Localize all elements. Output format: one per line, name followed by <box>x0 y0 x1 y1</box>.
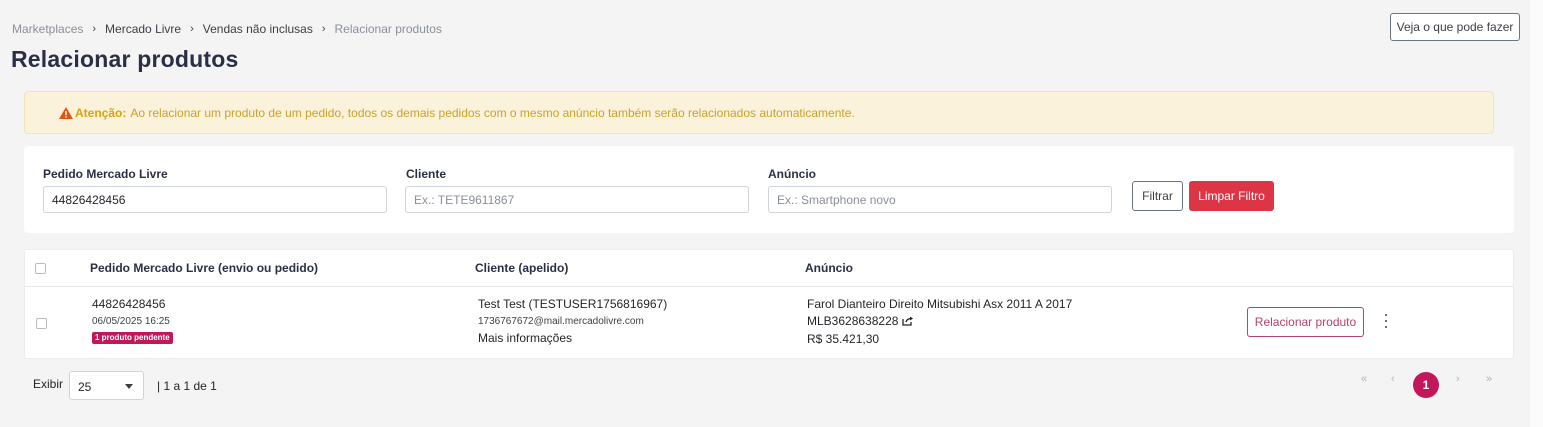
client-more-info-link[interactable]: Mais informações <box>478 330 667 347</box>
page: Marketplaces › Mercado Livre › Vendas nã… <box>0 0 1530 427</box>
page-size-label: Exibir <box>33 377 64 391</box>
page-1-button[interactable]: 1 <box>1413 372 1439 398</box>
order-cell: 44826428456 06/05/2025 16:25 1 produto p… <box>92 296 173 344</box>
client-email: 1736767672@mail.mercadolivre.com <box>478 316 644 327</box>
result-range: | 1 a 1 de 1 <box>157 379 217 393</box>
clear-filter-button[interactable]: Limpar Filtro <box>1189 181 1274 211</box>
pending-badge: 1 produto pendente <box>92 332 173 344</box>
breadcrumb-mercado-livre[interactable]: Mercado Livre <box>105 22 181 36</box>
cliente-filter-label: Cliente <box>406 167 447 181</box>
pedido-filter-input[interactable] <box>43 186 387 213</box>
breadcrumb-separator: › <box>92 23 97 35</box>
alert-strong: Atenção: <box>75 105 127 120</box>
ad-title: Farol Dianteiro Direito Mitsubishi Asx 2… <box>807 297 1073 311</box>
breadcrumb-separator: › <box>190 23 194 35</box>
ad-code: MLB3628638228 <box>807 314 899 328</box>
more-options-icon[interactable] <box>1381 314 1391 328</box>
page-size-value: 25 <box>78 380 92 394</box>
filter-button[interactable]: Filtrar <box>1132 181 1183 211</box>
page-title: Relacionar produtos <box>11 46 239 72</box>
order-id: 44826428456 <box>92 297 166 311</box>
select-all-checkbox[interactable] <box>35 263 46 274</box>
warning-triangle-icon <box>59 106 73 119</box>
next-page-button[interactable]: › <box>1456 373 1460 385</box>
orders-table: Pedido Mercado Livre (envio ou pedido) C… <box>24 249 1514 359</box>
filter-card: Pedido Mercado Livre Cliente Anúncio Fil… <box>24 146 1514 233</box>
prev-page-button[interactable]: ‹ <box>1391 373 1395 385</box>
anuncio-filter-input[interactable] <box>768 186 1112 213</box>
external-link-icon[interactable] <box>902 314 914 331</box>
cliente-filter-input[interactable] <box>405 186 749 213</box>
relacionar-produto-button[interactable]: Relacionar produto <box>1247 307 1364 337</box>
breadcrumb-current: Relacionar produtos <box>334 22 442 36</box>
header-pedido: Pedido Mercado Livre (envio ou pedido) <box>90 261 319 275</box>
breadcrumb-vendas-nao-inclusas[interactable]: Vendas não inclusas <box>203 22 313 36</box>
scrollbar-track[interactable] <box>1530 0 1543 427</box>
pedido-filter-label: Pedido Mercado Livre <box>43 167 168 181</box>
page-size-select[interactable]: 25 <box>69 371 144 400</box>
help-button[interactable]: Veja o que pode fazer <box>1390 13 1520 41</box>
ad-cell: Farol Dianteiro Direito Mitsubishi Asx 2… <box>807 296 1072 348</box>
ad-price: R$ 35.421,30 <box>807 332 880 346</box>
breadcrumb-separator: › <box>321 23 326 35</box>
anuncio-filter-label: Anúncio <box>768 167 816 181</box>
warning-alert: Atenção: Ao relacionar um produto de um … <box>24 91 1494 134</box>
breadcrumb-marketplaces[interactable]: Marketplaces <box>12 22 83 36</box>
breadcrumb: Marketplaces › Mercado Livre › Vendas nã… <box>12 22 442 36</box>
last-page-button[interactable]: » <box>1486 373 1492 385</box>
row-checkbox[interactable] <box>36 318 47 329</box>
table-header-row: Pedido Mercado Livre (envio ou pedido) C… <box>25 250 1513 287</box>
alert-text: Ao relacionar um produto de um pedido, t… <box>130 105 855 120</box>
header-cliente: Cliente (apelido) <box>475 261 569 275</box>
client-cell: Test Test (TESTUSER1756816967) 173676767… <box>478 296 667 347</box>
header-anuncio: Anúncio <box>805 261 853 275</box>
first-page-button[interactable]: « <box>1361 373 1367 385</box>
chevron-down-icon <box>125 384 133 389</box>
order-date: 06/05/2025 16:25 <box>92 316 170 327</box>
client-name: Test Test (TESTUSER1756816967) <box>478 297 668 311</box>
